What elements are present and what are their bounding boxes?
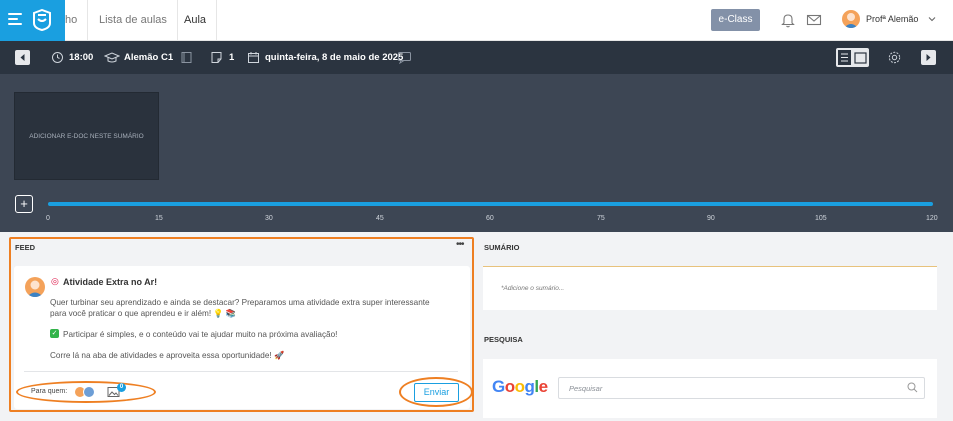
timeline-tick: 30 bbox=[265, 215, 273, 222]
calendar-icon bbox=[248, 52, 259, 63]
post-divider bbox=[24, 371, 458, 372]
timeline-track[interactable] bbox=[48, 202, 933, 206]
book-icon[interactable] bbox=[180, 51, 193, 64]
tab-lessons[interactable]: Lista de aulas bbox=[89, 0, 178, 41]
search-icon[interactable] bbox=[907, 382, 918, 393]
feed-title: FEED bbox=[15, 243, 36, 252]
tab-home[interactable]: ho bbox=[55, 0, 89, 41]
timeline-tick: 120 bbox=[926, 215, 938, 222]
post-text-line: Quer turbinar seu aprendizado e ainda se… bbox=[50, 298, 430, 307]
summary-placeholder[interactable]: *Adicione o sumário... bbox=[501, 285, 564, 292]
eclass-button[interactable]: e-Class bbox=[711, 9, 760, 31]
attachment-count-badge: 0 bbox=[117, 383, 126, 392]
timeline-area: ADICIONAR E-DOC NESTE SUMÁRIO + 0 15 30 … bbox=[0, 74, 953, 232]
search-title: PESQUISA bbox=[484, 335, 523, 344]
post-text-line: Corre lá na aba de atividades e aproveit… bbox=[50, 351, 285, 360]
app-logo-icon[interactable] bbox=[32, 9, 52, 31]
more-options-icon[interactable]: ••• bbox=[456, 239, 464, 250]
timeline-tick: 0 bbox=[46, 215, 50, 222]
chat-icon[interactable] bbox=[397, 51, 412, 64]
tab-class[interactable]: Aula bbox=[174, 0, 218, 41]
timeline-tick: 105 bbox=[815, 215, 827, 222]
top-navbar: ho Lista de aulas Aula e-Class Profª Ale… bbox=[0, 0, 953, 41]
target-emoji-icon: ◎ bbox=[51, 276, 59, 286]
class-time: 18:00 bbox=[69, 52, 94, 63]
class-toolbar: 18:00 Alemão C1 1 quinta-feira, 8 de mai… bbox=[0, 41, 953, 74]
search-placeholder[interactable]: Pesquisar bbox=[569, 384, 602, 393]
next-button[interactable] bbox=[921, 50, 936, 65]
user-name[interactable]: Profª Alemão bbox=[866, 0, 918, 38]
graduation-cap-icon bbox=[104, 52, 120, 63]
timeline-tick: 60 bbox=[486, 215, 494, 222]
summary-title: SUMÁRIO bbox=[484, 243, 520, 252]
timeline-tick: 90 bbox=[707, 215, 715, 222]
chevron-down-icon[interactable] bbox=[927, 14, 937, 24]
class-group: Alemão C1 bbox=[124, 52, 174, 63]
note-count: 1 bbox=[229, 52, 235, 63]
post-text-line: Participar é simples, e o conteúdo vai t… bbox=[63, 330, 338, 339]
add-timeline-button[interactable]: + bbox=[15, 195, 33, 213]
post-title: Atividade Extra no Ar! bbox=[63, 277, 158, 287]
send-button[interactable]: Enviar bbox=[414, 383, 459, 402]
recipients-label: Para quem: bbox=[31, 388, 68, 395]
class-date: quinta-feira, 8 de maio de 2025 bbox=[265, 52, 404, 63]
gear-icon[interactable] bbox=[887, 50, 902, 65]
note-icon[interactable] bbox=[210, 51, 223, 64]
google-logo: Google bbox=[492, 377, 548, 396]
mail-icon[interactable] bbox=[806, 12, 822, 28]
user-avatar[interactable] bbox=[842, 10, 860, 28]
view-toggle[interactable] bbox=[836, 48, 869, 67]
prev-button[interactable] bbox=[15, 50, 30, 65]
bell-icon[interactable] bbox=[780, 12, 796, 28]
clock-icon bbox=[52, 52, 63, 63]
timeline-tick: 15 bbox=[155, 215, 163, 222]
post-text-line: para você praticar o que aprendeu e ir a… bbox=[50, 309, 237, 318]
hamburger-menu-icon[interactable] bbox=[8, 13, 22, 27]
add-edoc-slot[interactable]: ADICIONAR E-DOC NESTE SUMÁRIO bbox=[14, 92, 159, 180]
search-input[interactable] bbox=[558, 377, 925, 399]
recipient-avatar[interactable] bbox=[83, 386, 95, 398]
timeline-tick: 75 bbox=[597, 215, 605, 222]
post-author-avatar bbox=[25, 277, 45, 297]
check-emoji-icon: ✓ bbox=[50, 329, 59, 338]
timeline-tick: 45 bbox=[376, 215, 384, 222]
